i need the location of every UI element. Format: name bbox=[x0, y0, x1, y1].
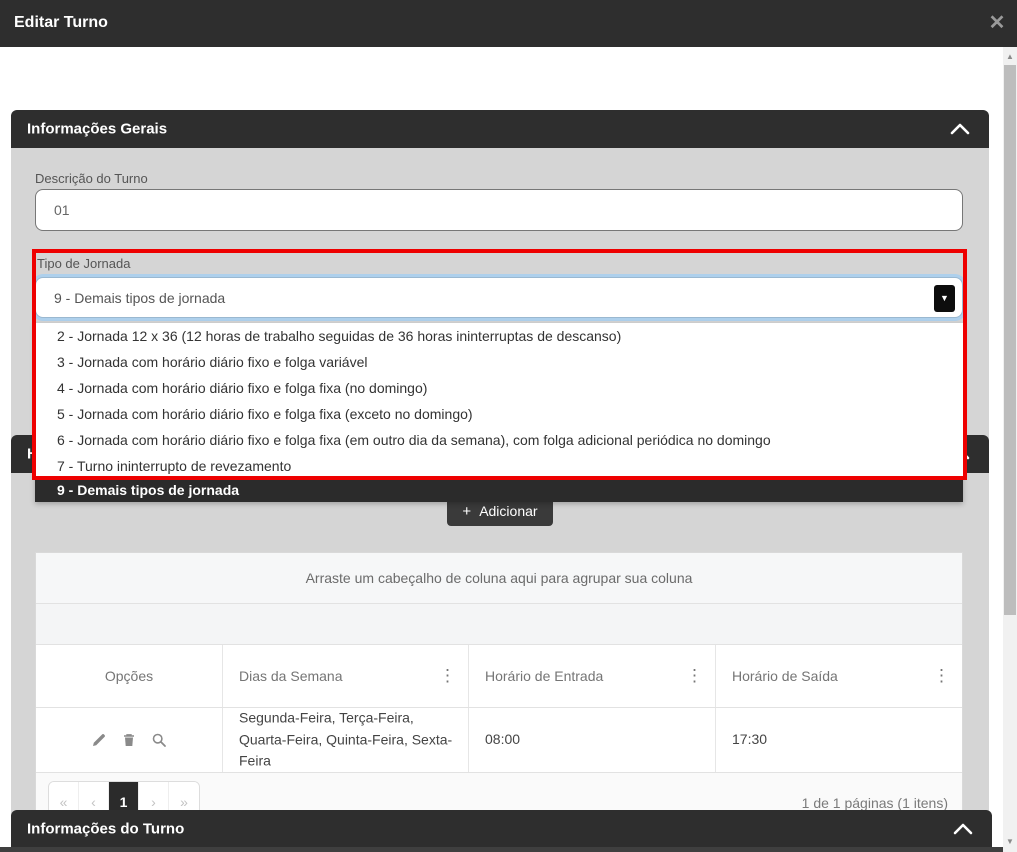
chevron-up-icon[interactable] bbox=[952, 822, 974, 836]
chevron-up-icon[interactable] bbox=[949, 122, 971, 136]
row-actions-cell bbox=[36, 708, 223, 772]
scroll-up-arrow-icon[interactable]: ▲ bbox=[1003, 49, 1017, 65]
column-menu-icon[interactable]: ⋮ bbox=[933, 666, 950, 686]
scroll-down-arrow-icon[interactable]: ▼ bbox=[1003, 834, 1017, 850]
vertical-scrollbar[interactable]: ▲ ▼ bbox=[1003, 47, 1017, 852]
journey-type-dropdown: 2 - Jornada 12 x 36 (12 horas de trabalh… bbox=[35, 323, 963, 502]
column-header-opcoes: Opções bbox=[36, 645, 223, 707]
description-input[interactable] bbox=[35, 189, 963, 231]
journey-option[interactable]: 6 - Jornada com horário diário fixo e fo… bbox=[35, 427, 963, 453]
row-entrada-cell: 08:00 bbox=[469, 708, 716, 772]
grid-group-hint: Arraste um cabeçalho de coluna aqui para… bbox=[36, 570, 962, 586]
add-button-label: Adicionar bbox=[479, 503, 537, 519]
modal-bottom-edge bbox=[0, 847, 1003, 852]
close-icon[interactable]: ✕ bbox=[986, 12, 1008, 34]
journey-option[interactable]: 2 - Jornada 12 x 36 (12 horas de trabalh… bbox=[35, 323, 963, 349]
select-dropdown-arrow-icon[interactable]: ▼ bbox=[934, 285, 955, 312]
journey-option[interactable]: 5 - Jornada com horário diário fixo e fo… bbox=[35, 401, 963, 427]
grid-header-row: Opções Dias da Semana ⋮ Horário de Entra… bbox=[36, 645, 962, 708]
column-header-dias[interactable]: Dias da Semana ⋮ bbox=[223, 645, 469, 707]
scrollbar-thumb[interactable] bbox=[1004, 65, 1016, 615]
journey-option[interactable]: 7 - Turno ininterrupto de revezamento bbox=[35, 453, 963, 479]
column-header-entrada[interactable]: Horário de Entrada ⋮ bbox=[469, 645, 716, 707]
row-saida-cell: 17:30 bbox=[716, 708, 962, 772]
description-label: Descrição do Turno bbox=[35, 171, 148, 186]
pager-info: 1 de 1 páginas (1 itens) bbox=[802, 795, 948, 811]
modal-scroll-area: Informações Gerais Descrição do Turno Ho… bbox=[0, 47, 1003, 847]
column-menu-icon[interactable]: ⋮ bbox=[686, 666, 703, 686]
journey-option[interactable]: 3 - Jornada com horário diário fixo e fo… bbox=[35, 349, 963, 375]
modal-title: Editar Turno bbox=[14, 14, 108, 32]
section-title-general: Informações Gerais bbox=[27, 121, 167, 138]
journey-type-select[interactable]: 9 - Demais tipos de jornada ▼ bbox=[35, 277, 963, 318]
table-row: Segunda-Feira, Terça-Feira, Quarta-Feira… bbox=[36, 708, 962, 773]
plus-icon: + bbox=[462, 503, 471, 520]
section-header-general[interactable]: Informações Gerais bbox=[11, 110, 989, 148]
edit-shift-modal: Informações Gerais Descrição do Turno Ho… bbox=[0, 0, 1017, 852]
modal-titlebar: Editar Turno ✕ bbox=[0, 0, 1017, 47]
column-menu-icon[interactable]: ⋮ bbox=[439, 666, 456, 686]
edit-pencil-icon[interactable] bbox=[91, 732, 107, 748]
schedules-grid: Arraste um cabeçalho de coluna aqui para… bbox=[35, 552, 963, 832]
search-magnifier-icon[interactable] bbox=[151, 732, 167, 748]
section-header-shift-info[interactable]: Informações do Turno bbox=[11, 810, 992, 847]
delete-trash-icon[interactable] bbox=[121, 732, 137, 748]
section-title-shift-info: Informações do Turno bbox=[27, 820, 184, 837]
grid-toolbar bbox=[36, 604, 962, 645]
row-dias-cell: Segunda-Feira, Terça-Feira, Quarta-Feira… bbox=[223, 708, 469, 772]
journey-type-selected-value: 9 - Demais tipos de jornada bbox=[54, 290, 225, 306]
journey-option[interactable]: 4 - Jornada com horário diário fixo e fo… bbox=[35, 375, 963, 401]
column-header-saida[interactable]: Horário de Saída ⋮ bbox=[716, 645, 962, 707]
journey-type-label: Tipo de Jornada bbox=[37, 256, 130, 271]
journey-option-selected[interactable]: 9 - Demais tipos de jornada bbox=[35, 479, 963, 502]
grid-group-drop-area[interactable]: Arraste um cabeçalho de coluna aqui para… bbox=[36, 553, 962, 604]
